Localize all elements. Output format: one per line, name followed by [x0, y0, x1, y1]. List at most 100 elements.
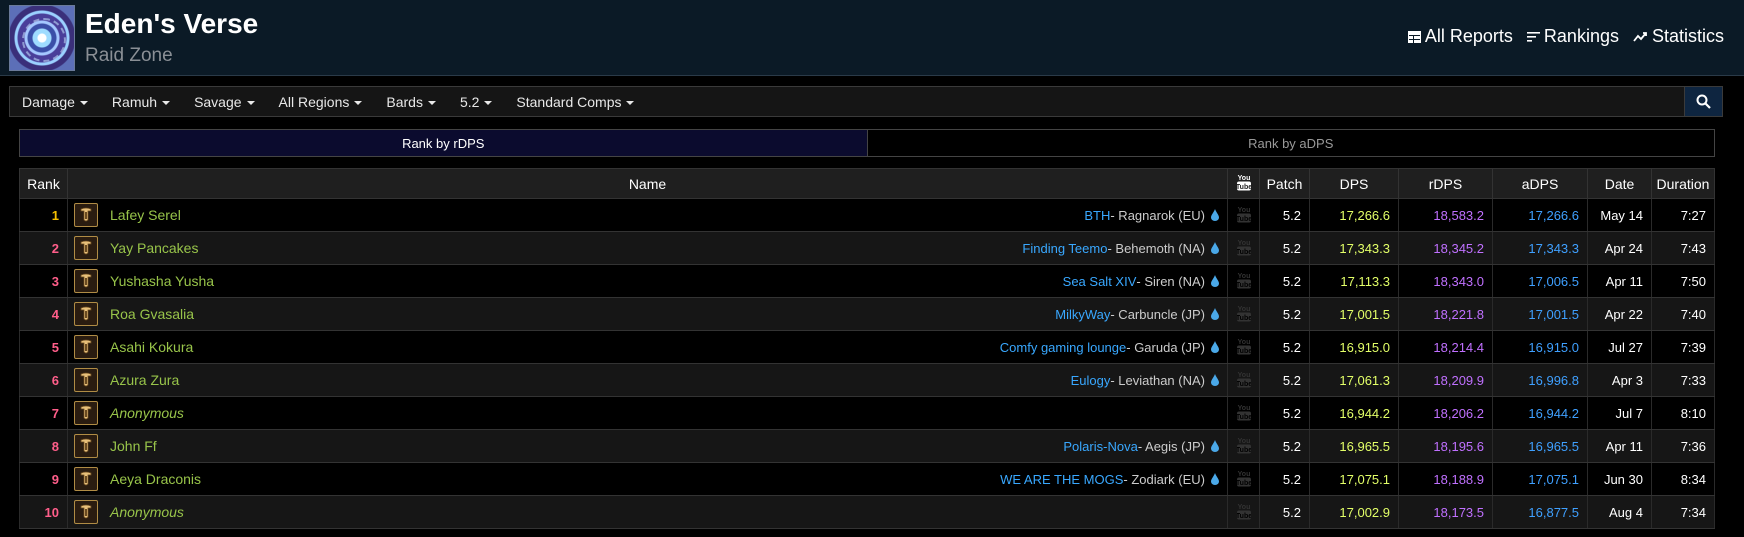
guild-server: Finding Teemo - Behemoth (NA) — [1022, 241, 1227, 256]
rdps-cell: 18,209.9 — [1398, 363, 1493, 397]
player-name-link[interactable]: John Ff — [110, 438, 157, 454]
video-cell[interactable]: You Tube — [1227, 231, 1260, 265]
guild-link[interactable]: Finding Teemo — [1022, 241, 1107, 256]
video-cell[interactable]: You Tube — [1227, 297, 1260, 331]
player-name-link[interactable]: Anonymous — [110, 405, 184, 421]
guild-link[interactable]: MilkyWay — [1055, 307, 1110, 322]
player-name-link[interactable]: Roa Gvasalia — [110, 306, 194, 322]
guild-link[interactable]: Eulogy — [1071, 373, 1111, 388]
col-adps[interactable]: aDPS — [1492, 168, 1588, 199]
guild-link[interactable]: Comfy gaming lounge — [1000, 340, 1126, 355]
filter-difficulty[interactable]: Savage — [182, 87, 266, 116]
col-rdps[interactable]: rDPS — [1398, 168, 1493, 199]
patch-cell: 5.2 — [1259, 462, 1310, 496]
water-drop-icon — [1211, 473, 1219, 485]
col-rank[interactable]: Rank — [19, 168, 68, 199]
adps-cell: 17,075.1 — [1492, 462, 1588, 496]
svg-text:Tube: Tube — [1237, 216, 1251, 223]
table-row[interactable]: 7 Anonymous You Tube 5.2 16,944.2 18,206.2 16,9… — [19, 396, 1715, 430]
table-icon — [1407, 30, 1421, 43]
patch-cell: 5.2 — [1259, 231, 1310, 265]
guild-link[interactable]: WE ARE THE MOGS — [1000, 472, 1123, 487]
player-name-link[interactable]: Yushasha Yusha — [110, 273, 214, 289]
rank-cell: 2 — [19, 231, 68, 265]
dps-cell: 17,113.3 — [1309, 264, 1399, 298]
table-row[interactable]: 4 Roa Gvasalia MilkyWay - Carbuncle (JP) Yo… — [19, 297, 1715, 331]
video-cell[interactable]: You Tube — [1227, 429, 1260, 463]
name-cell: Azura Zura Eulogy - Leviathan (NA) — [67, 363, 1228, 397]
player-name-link[interactable]: Anonymous — [110, 504, 184, 520]
rank-cell: 7 — [19, 396, 68, 430]
filter-bar: Damage Ramuh Savage All Regions Bards 5.… — [9, 86, 1723, 117]
filter-region[interactable]: All Regions — [267, 87, 375, 116]
player-name-link[interactable]: Azura Zura — [110, 372, 179, 388]
patch-cell: 5.2 — [1259, 330, 1310, 364]
player-name-link[interactable]: Aeya Draconis — [110, 471, 201, 487]
tab-rank-by-adps[interactable]: Rank by aDPS — [867, 130, 1714, 156]
adps-cell: 17,343.3 — [1492, 231, 1588, 265]
duration-cell: 7:34 — [1651, 495, 1715, 529]
col-name[interactable]: Name — [67, 168, 1228, 199]
duration-cell: 7:40 — [1651, 297, 1715, 331]
svg-text:You: You — [1237, 175, 1250, 182]
rankings-link[interactable]: Rankings — [1526, 26, 1619, 47]
col-duration[interactable]: Duration — [1651, 168, 1715, 199]
dps-cell: 17,266.6 — [1309, 198, 1399, 232]
name-cell: John Ff Polaris-Nova - Aegis (JP) — [67, 429, 1228, 463]
youtube-icon: You Tube — [1235, 175, 1251, 191]
server-label: - Leviathan (NA) — [1110, 372, 1205, 388]
table-row[interactable]: 10 Anonymous You Tube 5.2 17,002.9 18,173.5 16,… — [19, 495, 1715, 529]
rankings-label: Rankings — [1543, 26, 1619, 46]
col-dps[interactable]: DPS — [1309, 168, 1399, 199]
video-cell[interactable]: You Tube — [1227, 462, 1260, 496]
table-row[interactable]: 6 Azura Zura Eulogy - Leviathan (NA) You Tub… — [19, 363, 1715, 397]
filter-patch[interactable]: 5.2 — [448, 87, 504, 116]
date-cell: Jun 30 — [1587, 462, 1652, 496]
rank-cell: 6 — [19, 363, 68, 397]
player-name-link[interactable]: Asahi Kokura — [110, 339, 193, 355]
table-row[interactable]: 9 Aeya Draconis WE ARE THE MOGS - Zodiark … — [19, 462, 1715, 496]
filter-comp[interactable]: Standard Comps — [504, 87, 646, 116]
table-row[interactable]: 2 Yay Pancakes Finding Teemo - Behemoth (N… — [19, 231, 1715, 265]
player-name-link[interactable]: Yay Pancakes — [110, 240, 198, 256]
duration-cell: 7:43 — [1651, 231, 1715, 265]
table-row[interactable]: 3 Yushasha Yusha Sea Salt XIV - Siren (NA)… — [19, 264, 1715, 298]
guild-link[interactable]: Sea Salt XIV — [1063, 274, 1137, 289]
all-reports-link[interactable]: All Reports — [1407, 26, 1513, 47]
statistics-link[interactable]: Statistics — [1633, 26, 1724, 47]
video-cell[interactable]: You Tube — [1227, 495, 1260, 529]
video-cell[interactable]: You Tube — [1227, 396, 1260, 430]
filter-class[interactable]: Bards — [374, 87, 448, 116]
server-label: - Aegis (JP) — [1137, 438, 1205, 454]
player-name-link[interactable]: Lafey Serel — [110, 207, 181, 223]
col-patch[interactable]: Patch — [1259, 168, 1310, 199]
video-cell[interactable]: You Tube — [1227, 264, 1260, 298]
youtube-icon: You Tube — [1236, 273, 1251, 289]
rank-cell: 1 — [19, 198, 68, 232]
tab-rank-by-rdps[interactable]: Rank by rDPS — [20, 130, 868, 156]
col-date[interactable]: Date — [1587, 168, 1652, 199]
server-label: - Behemoth (NA) — [1107, 240, 1205, 256]
filter-metric[interactable]: Damage — [10, 87, 100, 116]
water-drop-icon — [1211, 341, 1219, 353]
table-row[interactable]: 5 Asahi Kokura Comfy gaming lounge - Garud… — [19, 330, 1715, 364]
table-row[interactable]: 8 John Ff Polaris-Nova - Aegis (JP) You Tube… — [19, 429, 1715, 463]
svg-text:You: You — [1237, 306, 1250, 313]
video-cell[interactable]: You Tube — [1227, 363, 1260, 397]
guild-link[interactable]: Polaris-Nova — [1063, 439, 1137, 454]
rdps-cell: 18,343.0 — [1398, 264, 1493, 298]
svg-text:You: You — [1237, 240, 1250, 247]
svg-text:You: You — [1237, 207, 1250, 214]
guild-link[interactable]: BTH — [1084, 208, 1110, 223]
rdps-cell: 18,345.2 — [1398, 231, 1493, 265]
table-row[interactable]: 1 Lafey Serel BTH - Ragnarok (EU) You Tube 5.… — [19, 198, 1715, 232]
patch-cell: 5.2 — [1259, 495, 1310, 529]
video-cell[interactable]: You Tube — [1227, 330, 1260, 364]
video-cell[interactable]: You Tube — [1227, 198, 1260, 232]
filter-encounter[interactable]: Ramuh — [100, 87, 182, 116]
search-button[interactable] — [1684, 87, 1722, 116]
server-label: - Garuda (JP) — [1126, 339, 1205, 355]
rdps-cell: 18,221.8 — [1398, 297, 1493, 331]
date-cell: Apr 11 — [1587, 429, 1652, 463]
rank-cell: 8 — [19, 429, 68, 463]
